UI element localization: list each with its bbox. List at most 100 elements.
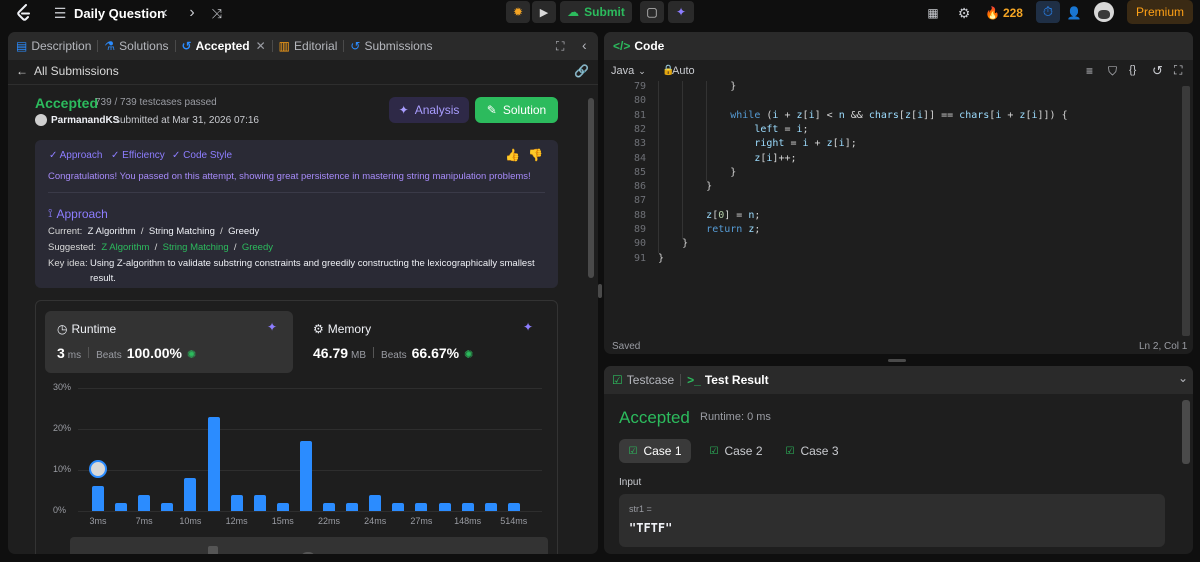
problem-list-icon[interactable]: ☰ xyxy=(51,4,69,22)
case-2-tab[interactable]: ☑ Case 2 xyxy=(700,439,772,463)
chart-scroll-handle-left[interactable] xyxy=(208,546,218,554)
chart-bar[interactable] xyxy=(484,502,497,511)
code-text: } xyxy=(658,238,689,250)
code-line[interactable]: 84 z[i]++; xyxy=(612,153,1172,167)
reset-icon[interactable]: ↺ xyxy=(1152,63,1163,79)
chart-bar[interactable] xyxy=(438,502,451,511)
premium-button[interactable]: Premium xyxy=(1127,0,1193,24)
chart-bar[interactable] xyxy=(392,502,405,511)
code-editor[interactable]: 79 } 80 81 while (i + z[i] < n && chars[z[… xyxy=(612,81,1172,321)
line-number: 82 xyxy=(633,123,646,135)
indent-guide xyxy=(706,81,707,181)
top-bar: ☰ Daily Question ‹ › ⤨ ✹ ▶ ☁ Submit ▢ ✦ ▦… xyxy=(0,0,1200,26)
chart-x-tick-label: 3ms xyxy=(89,516,107,526)
chart-bar[interactable] xyxy=(207,416,220,511)
code-line[interactable]: 87 xyxy=(612,195,1172,209)
indent-guide xyxy=(682,81,683,239)
chart-x-tick-label: 7ms xyxy=(135,516,153,526)
submit-button[interactable]: ☁ Submit xyxy=(560,1,632,23)
cursor-position: Ln 2, Col 1 xyxy=(1139,341,1188,352)
test-tab-bar: ☑ Testcase >_ Test Result ⌄ xyxy=(604,366,1193,394)
chart-bar[interactable] xyxy=(184,478,197,511)
code-line[interactable]: 90 } xyxy=(612,238,1172,252)
chart-bar[interactable] xyxy=(230,494,243,511)
chart-bar[interactable] xyxy=(92,486,104,511)
line-number: 88 xyxy=(633,209,646,221)
vertical-resize-handle[interactable] xyxy=(598,284,602,298)
streak-counter[interactable]: 🔥 228 xyxy=(985,4,1023,22)
code-line[interactable]: 79 } xyxy=(612,81,1172,95)
braces-icon[interactable]: {} xyxy=(1129,64,1136,76)
chart-x-tick-label: 148ms xyxy=(454,516,482,526)
line-number: 85 xyxy=(633,166,646,178)
code-line[interactable]: 88 z[0] = n; xyxy=(612,210,1172,224)
prev-question-icon[interactable]: ‹ xyxy=(156,4,174,22)
format-icon[interactable]: ≡ xyxy=(1086,64,1093,78)
line-number: 90 xyxy=(633,238,646,250)
check-icon: ☑ xyxy=(628,445,638,457)
code-line[interactable]: 89 return z; xyxy=(612,224,1172,238)
layout-grid-icon[interactable]: ▦ xyxy=(924,4,942,22)
daily-question-title[interactable]: Daily Question xyxy=(74,4,165,22)
code-line[interactable]: 81 while (i + z[i] < n && chars[z[i]] ==… xyxy=(612,110,1172,124)
code-text: } xyxy=(658,181,713,193)
code-line[interactable]: 85 } xyxy=(612,167,1172,181)
chart-bar[interactable] xyxy=(253,494,266,511)
line-number: 91 xyxy=(633,252,646,264)
line-number: 87 xyxy=(633,195,646,207)
code-line[interactable]: 82 left = i; xyxy=(612,124,1172,138)
chart-bar[interactable] xyxy=(415,502,428,511)
bookmark-icon[interactable]: ⛉ xyxy=(1108,64,1117,79)
code-line[interactable]: 80 xyxy=(612,95,1172,109)
chart-bar[interactable] xyxy=(507,502,520,511)
tab-testcase[interactable]: ☑ Testcase xyxy=(604,366,680,394)
auto-mode-label[interactable]: Auto xyxy=(672,65,695,77)
ai-sparkle-button[interactable]: ✦ xyxy=(668,1,694,23)
shuffle-icon[interactable]: ⤨ xyxy=(208,4,226,22)
chart-bar[interactable] xyxy=(299,441,312,511)
add-friend-icon[interactable]: 👤 xyxy=(1065,4,1083,22)
collapse-test-panel-icon[interactable]: ⌄ xyxy=(1178,371,1188,385)
line-number: 86 xyxy=(633,181,646,193)
chart-bar[interactable] xyxy=(369,494,382,511)
settings-gear-icon[interactable]: ⚙ xyxy=(955,4,973,22)
case-3-tab[interactable]: ☑ Case 3 xyxy=(776,439,848,463)
tab-code[interactable]: </> Code xyxy=(604,32,670,60)
code-line[interactable]: 86 } xyxy=(612,181,1172,195)
chart-x-tick-label: 514ms xyxy=(500,516,528,526)
chart-y-tick-label: 10% xyxy=(53,464,72,474)
next-question-icon[interactable]: › xyxy=(183,4,201,22)
line-number: 84 xyxy=(633,152,646,164)
code-scrollbar[interactable] xyxy=(1182,86,1190,336)
chart-bar[interactable] xyxy=(276,502,289,511)
debug-button[interactable]: ✹ xyxy=(506,1,530,23)
test-runtime: Runtime: 0 ms xyxy=(700,411,771,423)
notes-button[interactable]: ▢ xyxy=(640,1,664,23)
chart-bar[interactable] xyxy=(323,502,335,511)
terminal-icon: >_ xyxy=(687,373,701,387)
code-line[interactable]: 83 right = i + z[i]; xyxy=(612,138,1172,152)
tab-test-result[interactable]: >_ Test Result xyxy=(681,366,774,394)
chart-bar[interactable] xyxy=(115,502,128,511)
chevron-down-icon: ⌄ xyxy=(638,65,646,76)
code-tab-bar: </> Code xyxy=(604,32,1193,60)
horizontal-resize-handle[interactable] xyxy=(888,359,906,362)
case-1-tab[interactable]: ☑ Case 1 xyxy=(619,439,691,463)
fullscreen-icon[interactable]: ⛶ xyxy=(1174,63,1182,78)
code-line[interactable]: 91} xyxy=(612,253,1172,267)
chart-bar[interactable] xyxy=(346,502,359,511)
timer-button[interactable]: ⏱ xyxy=(1036,1,1060,23)
chart-gridline xyxy=(78,429,542,430)
chart-bar[interactable] xyxy=(161,502,174,511)
chart-bar[interactable] xyxy=(138,494,151,511)
run-button[interactable]: ▶ xyxy=(532,1,556,23)
user-avatar[interactable] xyxy=(1094,2,1114,22)
chart-x-tick-label: 15ms xyxy=(271,516,294,526)
test-scrollbar[interactable] xyxy=(1182,400,1190,464)
fire-icon: 🔥 xyxy=(985,6,1000,20)
language-selector[interactable]: Java ⌄ xyxy=(611,65,646,77)
chart-bar[interactable] xyxy=(461,502,474,511)
saved-status: Saved xyxy=(612,341,641,352)
leetcode-logo-icon[interactable] xyxy=(14,3,34,23)
chart-y-tick-label: 20% xyxy=(53,423,72,433)
